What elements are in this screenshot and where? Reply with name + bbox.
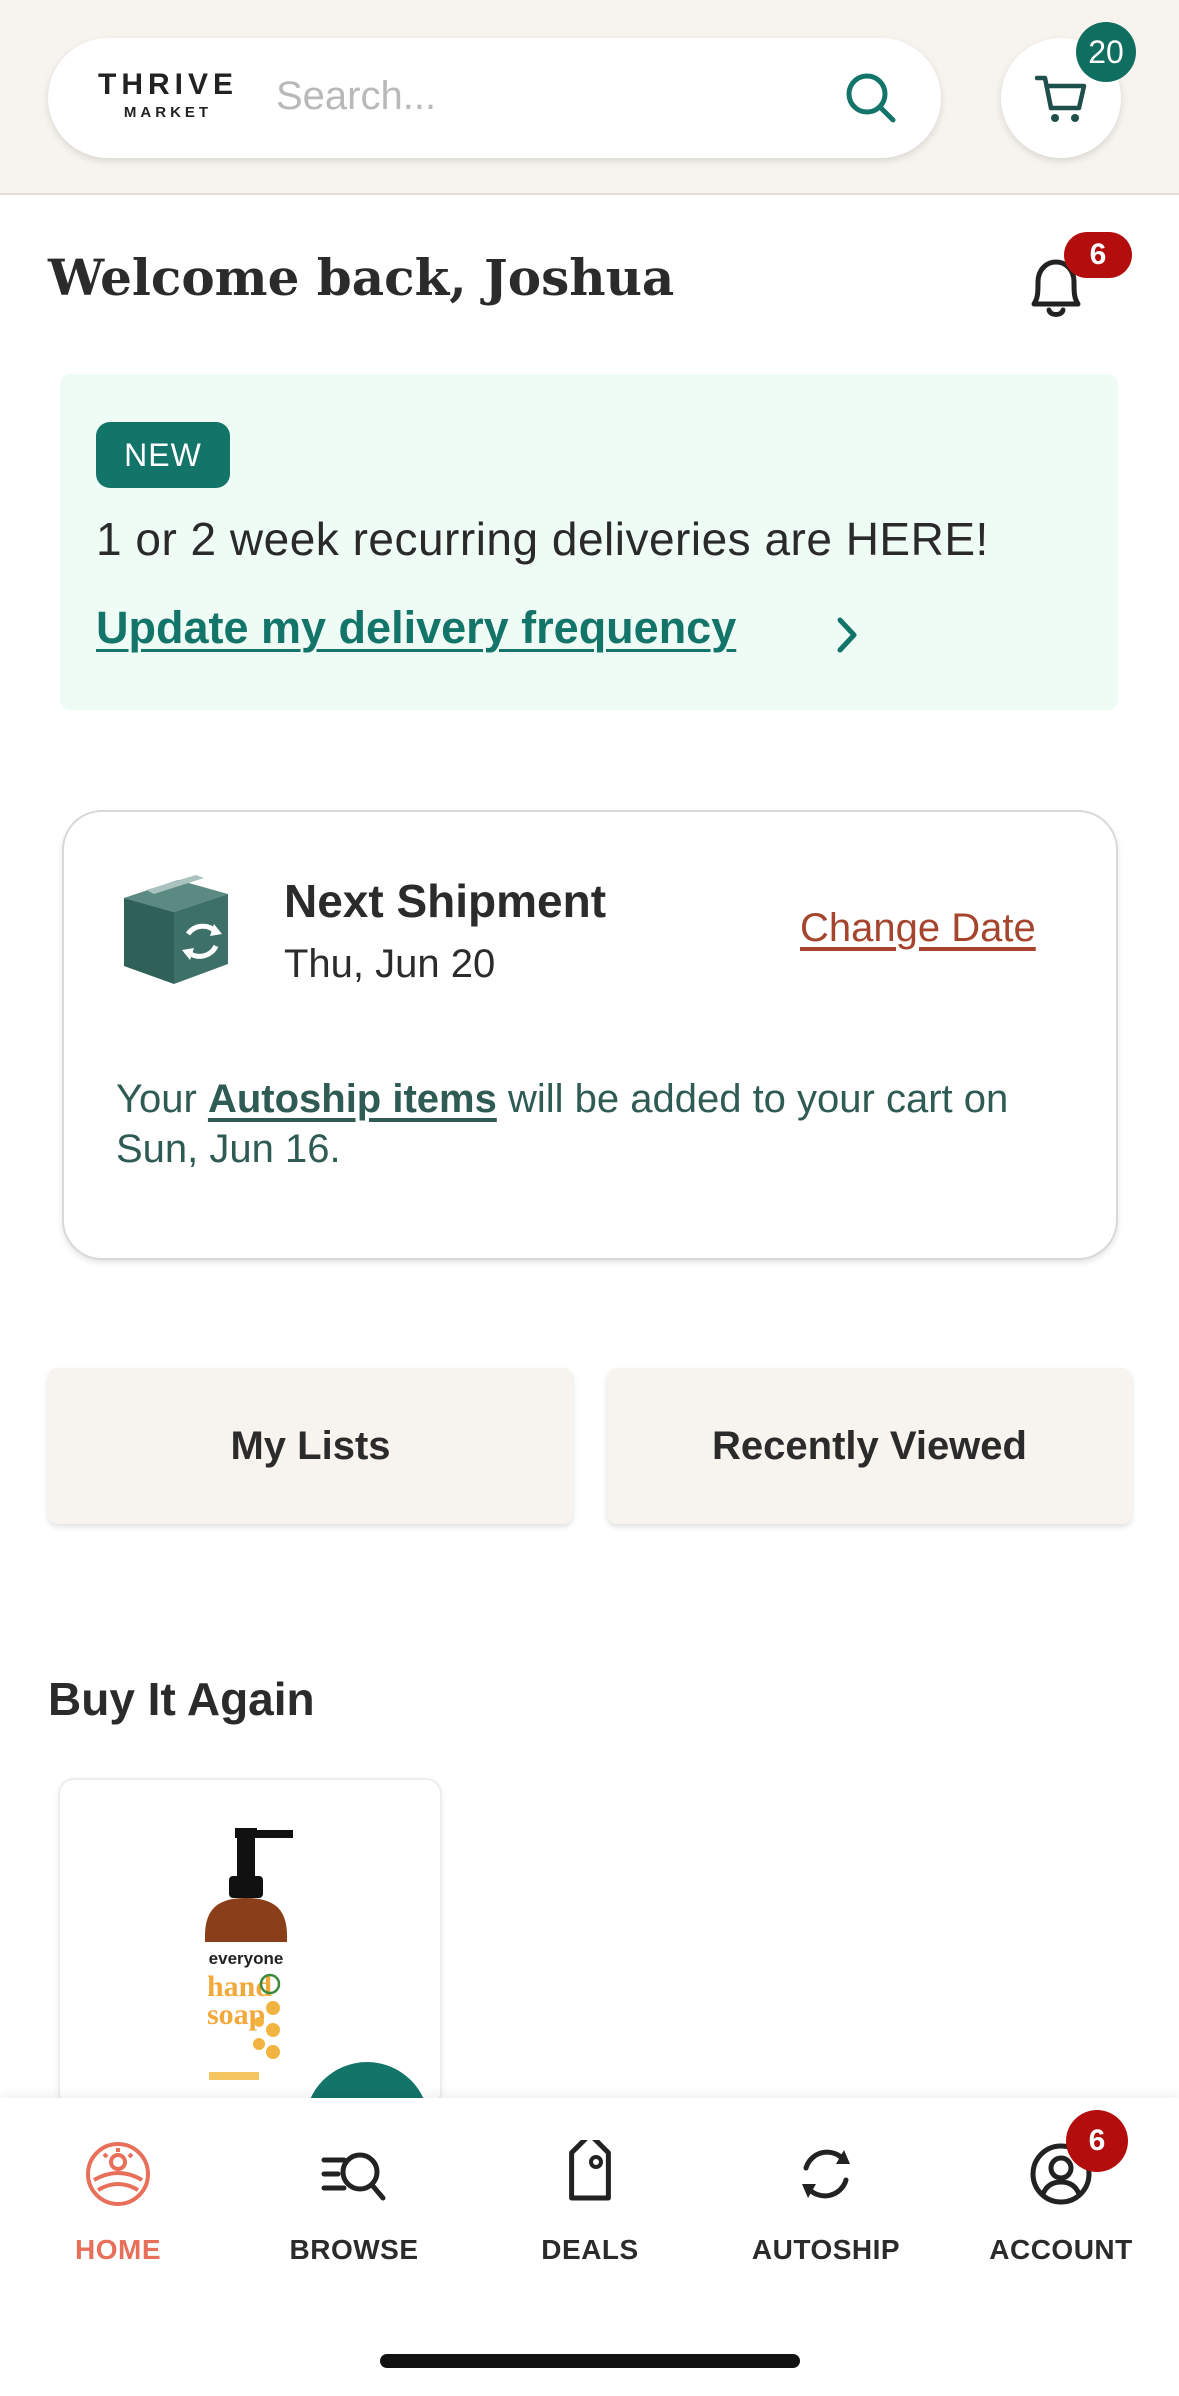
my-lists-button[interactable]: My Lists bbox=[48, 1368, 573, 1524]
recently-viewed-button[interactable]: Recently Viewed bbox=[607, 1368, 1132, 1524]
nav-account-label: ACCOUNT bbox=[989, 2234, 1133, 2265]
bottom-navigation: HOME BROWSE DEALS AUTOSHIP ACCOUNT bbox=[0, 2098, 1179, 2396]
logo-subtext: MARKET bbox=[123, 104, 213, 121]
next-shipment-title: Next Shipment bbox=[284, 875, 607, 927]
change-date-link[interactable]: Change Date bbox=[800, 906, 1036, 951]
tag-icon bbox=[569, 2140, 611, 2201]
nav-autoship-label: AUTOSHIP bbox=[751, 2234, 901, 2265]
refresh-icon bbox=[802, 2149, 850, 2199]
product-card[interactable]: everyone hand soap bbox=[58, 1778, 442, 2108]
nav-deals-label: DEALS bbox=[541, 2234, 639, 2265]
home-sunflower-icon bbox=[86, 2142, 150, 2206]
chevron-right-icon[interactable] bbox=[828, 610, 868, 660]
next-shipment-date: Thu, Jun 20 bbox=[284, 942, 496, 986]
autoship-items-link[interactable]: Autoship items bbox=[208, 1077, 497, 1121]
nav-account[interactable]: ACCOUNT bbox=[943, 2140, 1179, 2280]
update-frequency-link[interactable]: Update my delivery frequency bbox=[96, 602, 736, 654]
next-shipment-card: Next Shipment Thu, Jun 20 Change Date Yo… bbox=[62, 810, 1118, 1260]
welcome-heading: Welcome back, Joshua bbox=[48, 248, 675, 307]
autoship-note-prefix: Your bbox=[116, 1077, 208, 1121]
home-indicator[interactable] bbox=[380, 2354, 800, 2368]
top-bar: THRIVE MARKET Search... 20 bbox=[0, 0, 1179, 195]
nav-browse-label: BROWSE bbox=[289, 2234, 419, 2265]
nav-home-label: HOME bbox=[75, 2234, 161, 2265]
thrive-market-logo[interactable]: THRIVE MARKET bbox=[98, 68, 238, 130]
search-input[interactable]: Search... bbox=[276, 74, 436, 119]
product-brand: everyone bbox=[209, 1949, 284, 1968]
browse-search-icon bbox=[321, 2152, 386, 2201]
hand-soap-product-image: everyone hand soap bbox=[205, 1828, 293, 2106]
account-notification-badge: 6 bbox=[1066, 2110, 1128, 2172]
promo-banner: NEW 1 or 2 week recurring deliveries are… bbox=[60, 374, 1118, 710]
cart-count-badge: 20 bbox=[1076, 22, 1136, 82]
cart-icon bbox=[1034, 75, 1087, 122]
new-badge: NEW bbox=[96, 422, 230, 488]
nav-autoship[interactable]: AUTOSHIP bbox=[708, 2140, 944, 2280]
nav-browse[interactable]: BROWSE bbox=[236, 2140, 472, 2280]
autoship-box-icon bbox=[124, 875, 228, 984]
search-bar[interactable]: THRIVE MARKET Search... bbox=[48, 38, 941, 158]
autoship-note: Your Autoship items will be added to you… bbox=[116, 1074, 1066, 1174]
nav-home[interactable]: HOME bbox=[0, 2140, 236, 2280]
promo-message: 1 or 2 week recurring deliveries are HER… bbox=[96, 513, 989, 565]
logo-wordmark: THRIVE bbox=[98, 68, 239, 101]
notification-badge: 6 bbox=[1064, 232, 1132, 278]
nav-deals[interactable]: DEALS bbox=[472, 2140, 708, 2280]
buy-it-again-heading: Buy It Again bbox=[48, 1673, 315, 1725]
search-icon[interactable] bbox=[843, 70, 899, 126]
